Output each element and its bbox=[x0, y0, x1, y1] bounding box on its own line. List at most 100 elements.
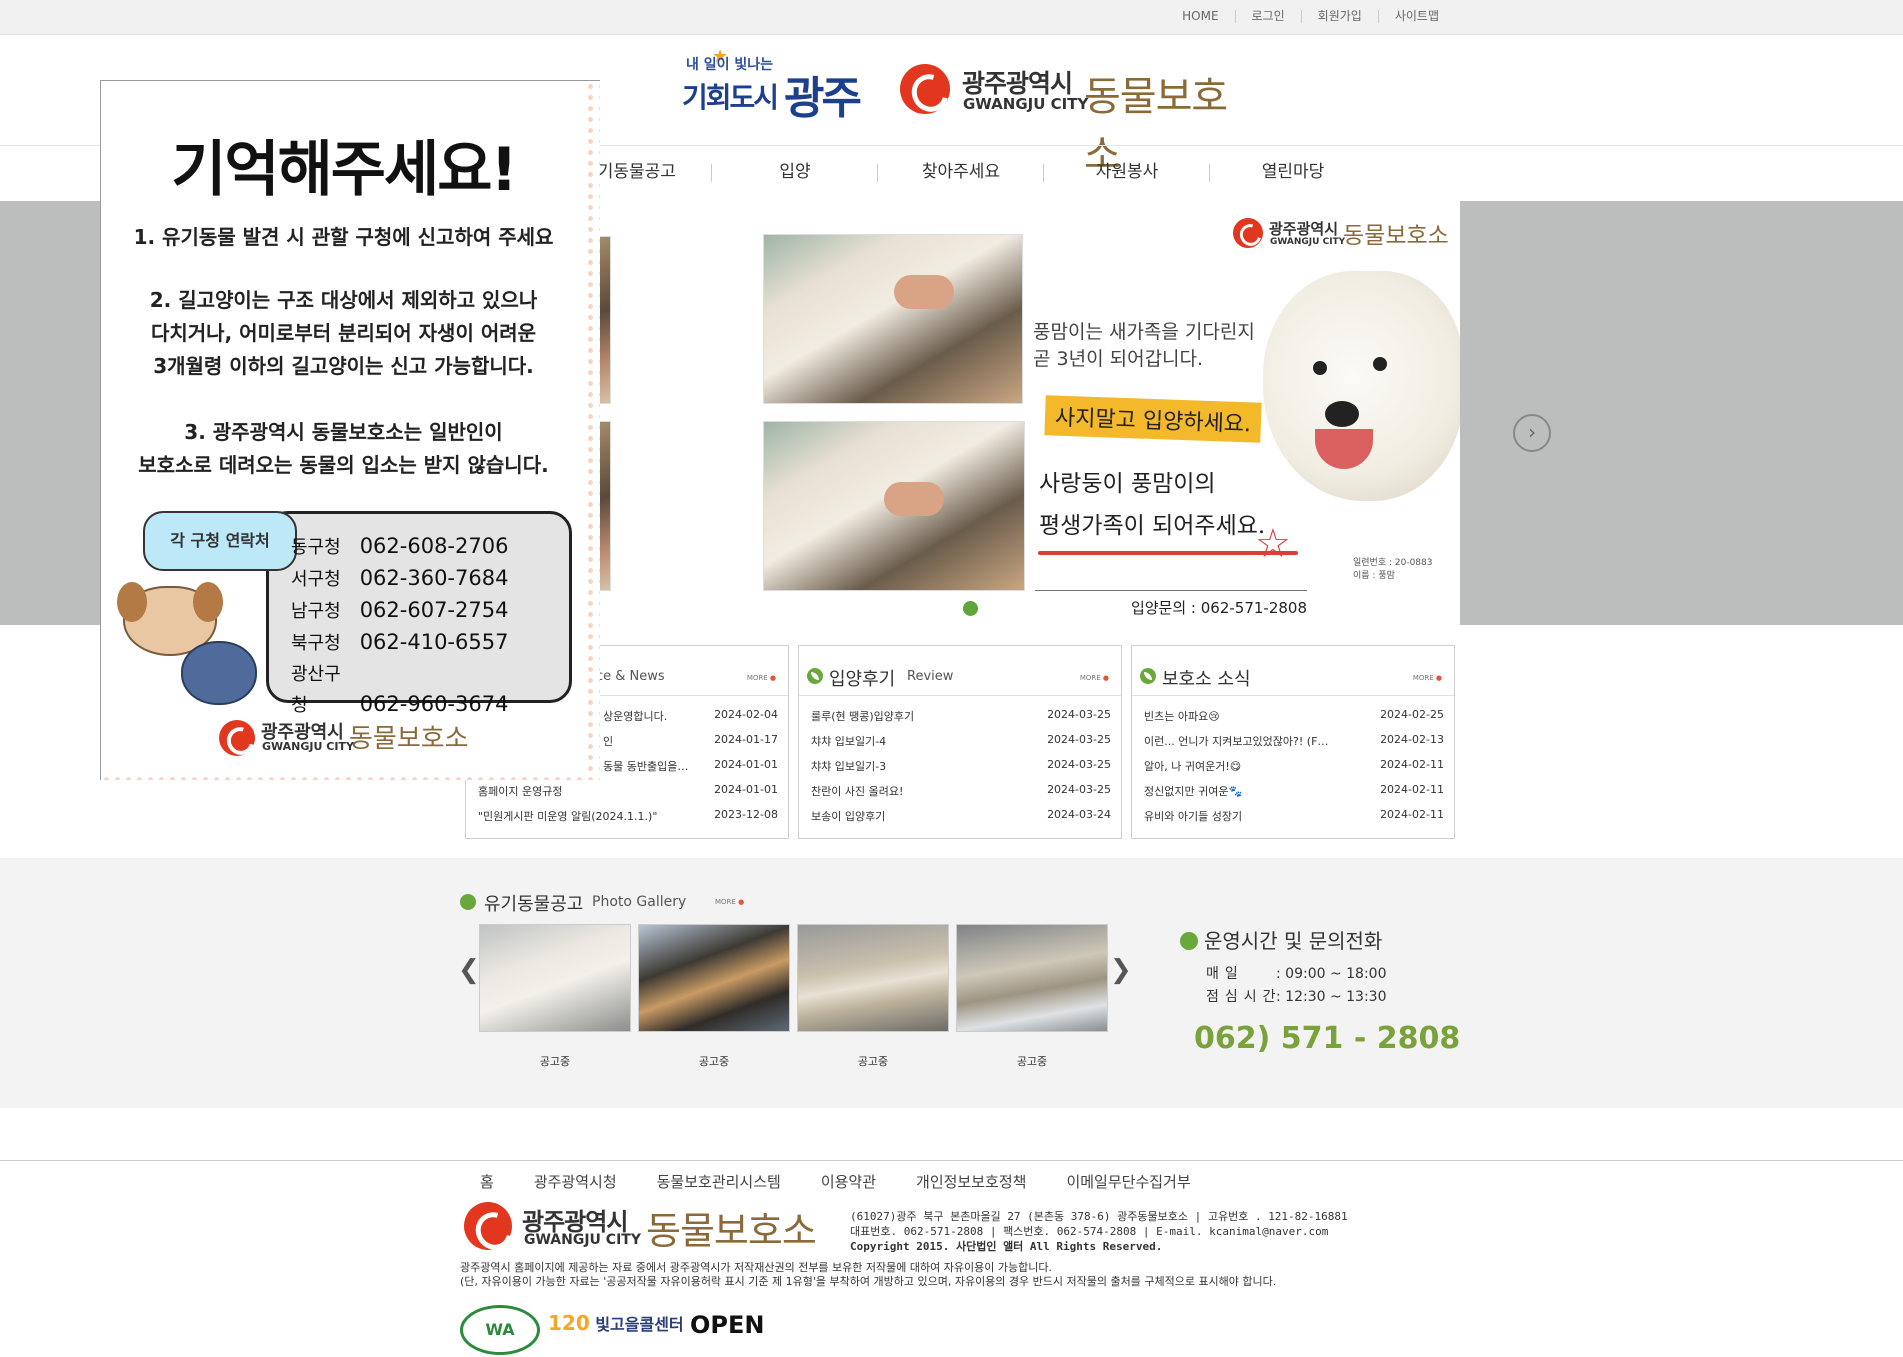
top-utility-bar: HOME 로그인 회원가입 사이트맵 bbox=[0, 0, 1903, 35]
util-sitemap-link[interactable]: 사이트맵 bbox=[1377, 10, 1455, 23]
gallery-band bbox=[0, 858, 1903, 1108]
hours-row: 매일: 09:00 ~ 18:00 bbox=[1206, 966, 1387, 982]
leaf-icon bbox=[1140, 668, 1156, 684]
main-slide[interactable]: 광주광역시 GWANGJU CITY 동물보호소 풍맘이는 새가족을 기다린지 … bbox=[463, 201, 1460, 625]
popup-title: 기억해주세요! bbox=[171, 135, 518, 205]
gallery-caption: 공고중 bbox=[1016, 1055, 1048, 1068]
notice-popup[interactable]: 기억해주세요! 1. 유기동물 발견 시 관할 구청에 신고하여 주세요 2. … bbox=[100, 80, 600, 780]
gallery-prev-button[interactable]: ❮ bbox=[458, 955, 480, 985]
popup-shelter-logo: 광주광역시 GWANGJU CITY 동물보호소 bbox=[219, 718, 519, 758]
nav-item-open-forum[interactable]: 열린마당 bbox=[1210, 150, 1376, 194]
star-icon: ☆ bbox=[1255, 521, 1291, 567]
list-item[interactable]: 챠챠 입보일기-4 2024-03-25 bbox=[811, 733, 1111, 758]
list-item: 동구청 062-608-2706 bbox=[291, 534, 509, 558]
contact-phone: 062) 571 - 2808 bbox=[1194, 1021, 1461, 1056]
list-item: 서구청 062-360-7684 bbox=[291, 566, 509, 590]
gwangju-emblem-icon bbox=[900, 64, 950, 114]
district-contacts: 동구청 062-608-2706 서구청 062-360-7684 남구청 06… bbox=[291, 531, 508, 721]
footer-address: (61027)광주 북구 본촌마을길 27 (본촌동 378-6) 광주동물보호… bbox=[850, 1210, 1348, 1253]
footer-link-email-policy[interactable]: 이메일무단수집거부 bbox=[1066, 1171, 1190, 1192]
list-item: 광산구청 062-960-3674 bbox=[291, 664, 509, 716]
popup-text: 3. 광주광역시 동물보호소는 일반인이 보호소로 데려오는 동물의 입소는 받… bbox=[138, 420, 549, 477]
gwangju-slogan-logo[interactable]: ★ 내 일이 빛나는 기회도시 광주 bbox=[682, 46, 864, 124]
leaf-icon bbox=[1180, 932, 1198, 950]
more-button[interactable]: MORE ● bbox=[747, 674, 776, 682]
gwangju-emblem-icon bbox=[1233, 218, 1263, 248]
list-item[interactable]: 알아, 나 귀여운거!😋 2024-02-11 bbox=[1144, 758, 1444, 783]
slide-photo bbox=[763, 421, 1025, 591]
slide-contact: 입양문의 : 062-571-2808 bbox=[1035, 590, 1307, 618]
gallery-caption: 공고중 bbox=[698, 1055, 730, 1068]
chevron-right-icon: › bbox=[1528, 420, 1536, 444]
copyright: Copyright 2015. 사단법인 앨터 All Rights Reser… bbox=[850, 1240, 1163, 1253]
review-board: 입양후기 Review MORE ● 룰루(현 땡콩)입양후기 2024-03-2… bbox=[798, 645, 1122, 839]
footer-link-terms[interactable]: 이용약관 bbox=[821, 1171, 876, 1192]
board-header: 입양후기 Review MORE ● bbox=[799, 646, 1121, 696]
shelter-logo[interactable]: 광주광역시 GWANGJU CITY 동물보호소 bbox=[900, 62, 1260, 178]
gallery-thumb[interactable] bbox=[797, 924, 949, 1032]
slider-next-button[interactable]: › bbox=[1513, 414, 1551, 452]
util-home-link[interactable]: HOME bbox=[1166, 10, 1234, 23]
footer-divider bbox=[0, 1160, 1903, 1161]
hours-title: 운영시간 및 문의전화 bbox=[1180, 925, 1382, 954]
slide-handwriting: 사랑둥이 풍맘이의 평생가족이 되어주세요. bbox=[1039, 471, 1266, 539]
popup-text: 1. 유기동물 발견 시 관할 구청에 신고하여 주세요 bbox=[133, 225, 554, 249]
gallery-thumb[interactable] bbox=[479, 924, 631, 1032]
utility-links: HOME 로그인 회원가입 사이트맵 bbox=[1166, 10, 1455, 23]
footer-logo: 광주광역시 GWANGJU CITY 동물보호소 bbox=[464, 1200, 824, 1256]
list-item[interactable]: 빈츠는 아파요😢 2024-02-25 bbox=[1144, 708, 1444, 733]
slide-pet-info: 일련번호 : 20-0883 이름 : 풍맘 bbox=[1353, 558, 1433, 581]
slide-highlight: 사지말고 입양하세요. bbox=[1044, 395, 1262, 443]
shelter-news-board: 보호소 소식 MORE ● 빈츠는 아파요😢 2024-02-25 이런... 언… bbox=[1131, 645, 1455, 839]
slide-description: 풍맘이는 새가족을 기다린지 곧 3년이 되어갑니다. bbox=[1033, 321, 1255, 370]
nav-item-adoption[interactable]: 입양 bbox=[712, 150, 878, 194]
list-item[interactable]: 보송이 입양후기 2024-03-24 bbox=[811, 808, 1111, 833]
hours-row: 점심시간: 12:30 ~ 13:30 bbox=[1206, 989, 1387, 1005]
gallery-thumb[interactable] bbox=[956, 924, 1108, 1032]
gallery-caption: 공고중 bbox=[857, 1055, 889, 1068]
list-item[interactable]: 정신없지만 귀여운🐾 2024-02-11 bbox=[1144, 783, 1444, 808]
slider-pagination-dot[interactable] bbox=[963, 601, 978, 616]
nav-item-volunteer[interactable]: 자원봉사 bbox=[1044, 150, 1210, 194]
cat-illustration bbox=[181, 641, 257, 705]
list-item[interactable]: 룰루(현 땡콩)입양후기 2024-03-25 bbox=[811, 708, 1111, 733]
web-accessibility-badge[interactable]: WA bbox=[460, 1305, 540, 1355]
leaf-icon bbox=[807, 668, 823, 684]
more-button[interactable]: MORE ● bbox=[1080, 674, 1109, 682]
footer-link-city-hall[interactable]: 광주광역시청 bbox=[534, 1171, 617, 1192]
footer-link-privacy[interactable]: 개인정보보호정책 bbox=[916, 1171, 1026, 1192]
gallery-thumb[interactable] bbox=[638, 924, 790, 1032]
footer-license-note: 광주광역시 홈페이지에 제공하는 자료 중에서 광주광역시가 저작재산권의 전부… bbox=[460, 1261, 1277, 1288]
gallery-caption: 공고중 bbox=[539, 1055, 571, 1068]
footer-menu: 홈 광주광역시청 동물보호관리시스템 이용약관 개인정보보호정책 이메일무단수집… bbox=[480, 1171, 1231, 1192]
util-login-link[interactable]: 로그인 bbox=[1234, 10, 1301, 23]
call-center-badge[interactable]: 120 빛고을콜센터 bbox=[548, 1311, 684, 1335]
open-license-badge[interactable]: OPEN bbox=[690, 1311, 764, 1339]
main-nav: 유기동물공고 입양 찾아주세요 자원봉사 열린마당 bbox=[546, 150, 1376, 194]
list-item[interactable]: 홈페이지 운영규정 2024-01-01 bbox=[478, 783, 778, 808]
list-item[interactable]: 이런... 언니가 지켜보고있었잖아?! (F… 2024-02-13 bbox=[1144, 733, 1444, 758]
gwangju-emblem-icon bbox=[219, 720, 255, 756]
footer-link-animal-system[interactable]: 동물보호관리시스템 bbox=[657, 1171, 781, 1192]
popup-body: 기억해주세요! 1. 유기동물 발견 시 관할 구청에 신고하여 주세요 2. … bbox=[101, 81, 586, 771]
list-item[interactable]: 챠챠 입보일기-3 2024-03-25 bbox=[811, 758, 1111, 783]
slide-photo bbox=[763, 234, 1023, 404]
contact-tag: 각 구청 연락처 bbox=[143, 511, 297, 571]
more-button[interactable]: MORE ● bbox=[715, 898, 744, 906]
list-item: 남구청 062-607-2754 bbox=[291, 598, 509, 622]
list-item[interactable]: "민원게시판 미운영 알림(2024.1.1.)" 2023-12-08 bbox=[478, 808, 778, 833]
more-button[interactable]: MORE ● bbox=[1413, 674, 1442, 682]
leaf-icon bbox=[460, 894, 476, 910]
util-signup-link[interactable]: 회원가입 bbox=[1300, 10, 1378, 23]
footer-link-home[interactable]: 홈 bbox=[480, 1171, 494, 1192]
list-item[interactable]: 찬란이 사진 올려요! 2024-03-25 bbox=[811, 783, 1111, 808]
footer-badges: WA 120 빛고을콜센터 OPEN bbox=[460, 1305, 770, 1355]
list-item[interactable]: 유비와 아기들 성장기 2024-02-11 bbox=[1144, 808, 1444, 833]
nav-item-find[interactable]: 찾아주세요 bbox=[878, 150, 1044, 194]
popup-text: 2. 길고양이는 구조 대상에서 제외하고 있으나 다치거나, 어미로부터 분리… bbox=[149, 288, 538, 378]
white-dog-image bbox=[1263, 271, 1460, 501]
slide-shelter-logo: 광주광역시 GWANGJU CITY 동물보호소 bbox=[1233, 216, 1453, 252]
gwangju-emblem-icon bbox=[464, 1202, 512, 1250]
gallery-next-button[interactable]: ❯ bbox=[1110, 955, 1132, 985]
board-header: 보호소 소식 MORE ● bbox=[1132, 646, 1454, 696]
